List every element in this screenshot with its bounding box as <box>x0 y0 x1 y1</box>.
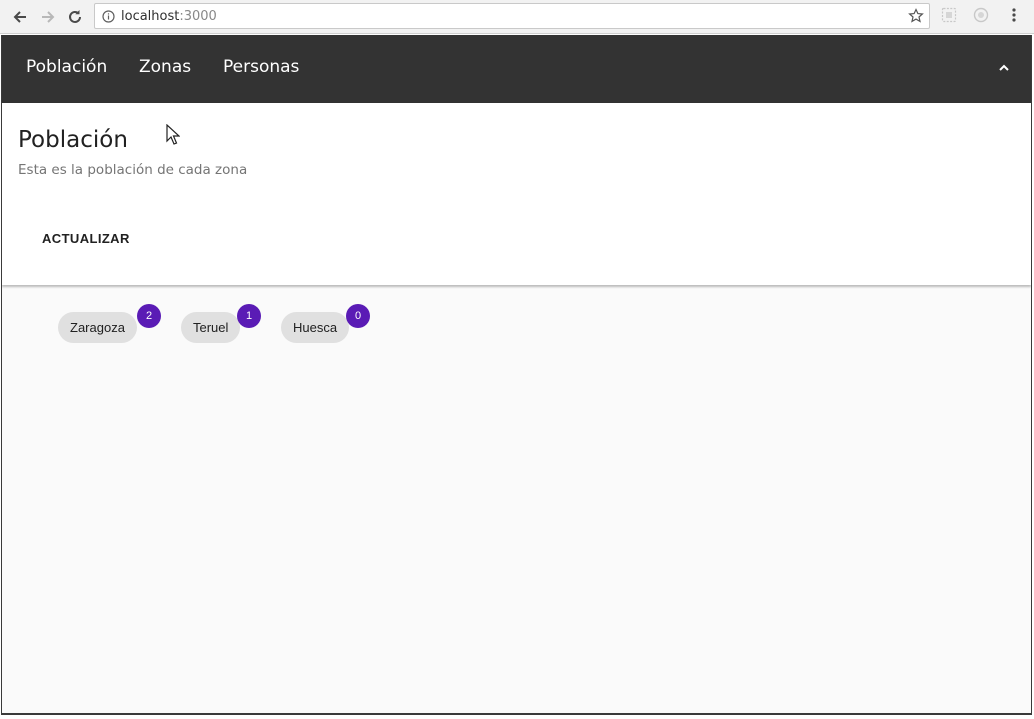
page-title: Población <box>18 127 128 153</box>
address-bar[interactable]: localhost:3000 <box>94 3 930 29</box>
update-button[interactable]: ACTUALIZAR <box>32 220 140 256</box>
zone-count-badge: 0 <box>346 304 370 328</box>
page-subtitle: Esta es la población de cada zona <box>18 162 248 178</box>
url-host: localhost <box>121 9 180 24</box>
reload-button[interactable] <box>62 4 88 30</box>
extension-circle-icon[interactable] <box>973 7 989 23</box>
nav-link-zonas[interactable]: Zonas <box>139 57 191 77</box>
zone-count-badge: 2 <box>137 304 161 328</box>
url-text: localhost:3000 <box>121 9 217 24</box>
arrow-right-icon <box>42 11 55 23</box>
arrow-left-icon <box>13 11 26 23</box>
info-icon <box>102 10 115 23</box>
zone-chip-huesca[interactable]: Huesca <box>281 312 350 343</box>
bookmark-star-icon[interactable] <box>908 8 924 24</box>
url-port: :3000 <box>179 9 217 24</box>
zone-count-badge: 1 <box>237 304 261 328</box>
app-viewport: Población Zonas Personas Población Esta … <box>1 35 1032 715</box>
nav-link-personas[interactable]: Personas <box>223 57 299 77</box>
mouse-cursor-icon <box>166 124 180 145</box>
zone-chip-teruel[interactable]: Teruel <box>181 312 241 343</box>
app-navbar: Población Zonas Personas <box>2 35 1031 103</box>
zone-chip-zaragoza[interactable]: Zaragoza <box>58 312 137 343</box>
nav-link-poblacion[interactable]: Población <box>26 57 107 77</box>
reload-icon <box>69 10 81 23</box>
browser-menu-icon[interactable] <box>1006 7 1022 23</box>
population-card: Población Esta es la población de cada z… <box>2 103 1031 285</box>
chevron-up-icon[interactable] <box>997 61 1011 75</box>
forward-button[interactable] <box>35 4 61 30</box>
back-button[interactable] <box>7 4 33 30</box>
extension-icon[interactable] <box>941 7 957 23</box>
browser-toolbar: localhost:3000 <box>0 0 1034 34</box>
